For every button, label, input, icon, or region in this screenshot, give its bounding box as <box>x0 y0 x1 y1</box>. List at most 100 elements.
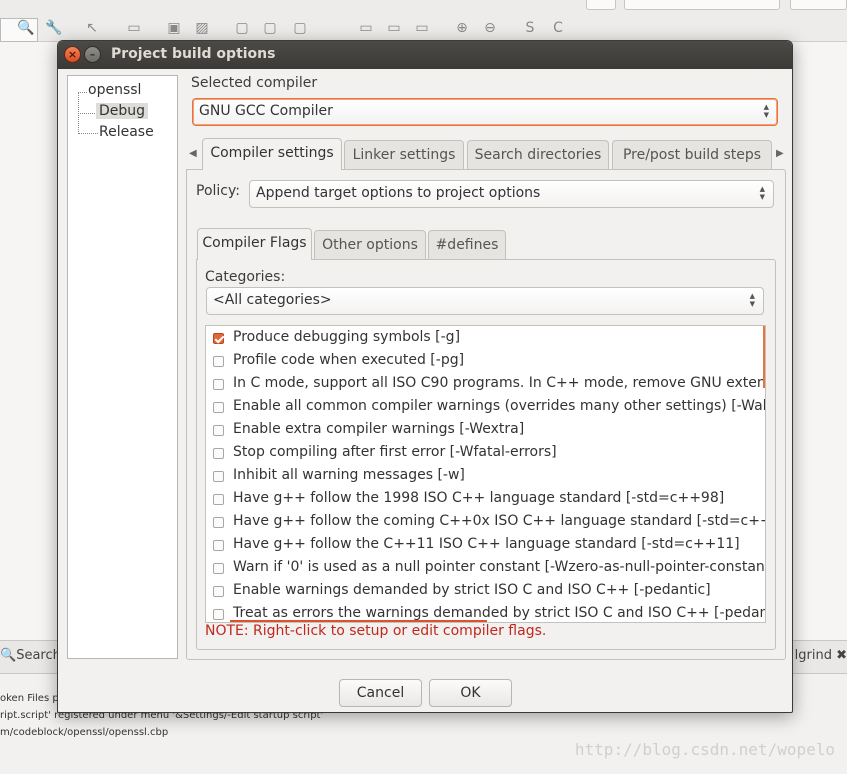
box-icon[interactable]: ▭ <box>412 18 432 38</box>
flag-row-std-cpp0x[interactable]: Have g++ follow the coming C++0x ISO C++… <box>206 511 766 534</box>
box-icon[interactable]: ▭ <box>384 18 404 38</box>
tab-compiler-settings[interactable]: Compiler settings <box>202 138 342 170</box>
tree-connector <box>78 92 79 132</box>
tree-connector <box>78 92 87 93</box>
flag-checkbox[interactable] <box>213 471 224 482</box>
flag-row-ansi[interactable]: In C mode, support all ISO C90 programs.… <box>206 373 766 396</box>
flag-checkbox[interactable] <box>213 586 224 597</box>
flag-label: In C mode, support all ISO C90 programs.… <box>233 375 766 391</box>
compiler-flags-list[interactable]: Produce debugging symbols [-g] Profile c… <box>205 325 766 623</box>
flag-checkbox[interactable] <box>213 540 224 551</box>
flag-row-pg[interactable]: Profile code when executed [-pg] <box>206 350 765 373</box>
flag-label: Stop compiling after first error [-Wfata… <box>233 444 557 460</box>
toolbar-combo[interactable] <box>790 0 847 10</box>
tab-search-directories[interactable]: Search directories <box>467 140 609 170</box>
flag-row-wextra[interactable]: Enable extra compiler warnings [-Wextra] <box>206 419 765 442</box>
close-window-button[interactable]: × <box>64 46 81 63</box>
flag-checkbox[interactable] <box>213 563 224 574</box>
ide-toolbar: 🔍 🔧 ↖ ▭ ▣ ▨ ▢ ▢ ▢ ▭ ▭ ▭ ⊕ ⊖ S C <box>0 0 847 42</box>
image-icon[interactable]: ▣ <box>164 18 184 38</box>
selected-compiler-select[interactable]: GNU GCC Compiler ▲ ▼ <box>192 98 778 126</box>
ok-button[interactable]: OK <box>429 679 512 707</box>
box-icon[interactable]: ▢ <box>290 18 310 38</box>
tab-pre-post-build-steps[interactable]: Pre/post build steps <box>612 140 772 170</box>
flag-label: Have g++ follow the C++11 ISO C++ langua… <box>233 536 740 552</box>
dialog-title: Project build options <box>111 46 276 62</box>
flag-checkbox[interactable] <box>213 356 224 367</box>
search-icon: 🔍 <box>0 648 17 663</box>
tree-item-openssl[interactable]: openssl <box>88 82 141 98</box>
flag-checkbox[interactable] <box>213 517 224 528</box>
flag-row-std-cpp11[interactable]: Have g++ follow the C++11 ISO C++ langua… <box>206 534 765 557</box>
list-scrollbar[interactable] <box>763 326 765 388</box>
flag-label: Enable all common compiler warnings (ove… <box>233 398 766 414</box>
policy-value: Append target options to project options <box>256 185 541 201</box>
flag-checkbox[interactable] <box>213 379 224 390</box>
flag-row-wall[interactable]: Enable all common compiler warnings (ove… <box>206 396 766 419</box>
tree-connector <box>78 133 98 134</box>
image-edit-icon[interactable]: ▨ <box>192 18 212 38</box>
lgrind-tab-label: lgrind <box>794 648 832 663</box>
flag-row-pedantic[interactable]: Enable warnings demanded by strict ISO C… <box>206 580 765 603</box>
zoom-out-icon[interactable]: ⊖ <box>480 18 500 38</box>
flag-label: Produce debugging symbols [-g] <box>233 329 461 345</box>
tree-connector <box>78 113 95 114</box>
build-target-tree: openssl Debug Release <box>67 75 178 659</box>
flag-checkbox[interactable] <box>213 494 224 505</box>
tab-defines[interactable]: #defines <box>428 230 506 260</box>
tree-item-debug[interactable]: Debug <box>96 103 149 119</box>
tab-scroll-left-icon[interactable]: ◀ <box>189 148 197 159</box>
flag-checkbox[interactable] <box>213 609 224 620</box>
flag-checkbox[interactable] <box>213 402 224 413</box>
log-line: m/codeblock/openssl/openssl.cbp <box>0 727 169 738</box>
flag-row-std-cpp98[interactable]: Have g++ follow the 1998 ISO C++ languag… <box>206 488 765 511</box>
chevron-updown-icon: ▲ ▼ <box>763 103 769 119</box>
selected-compiler-label: Selected compiler <box>191 75 318 91</box>
cancel-button[interactable]: Cancel <box>339 679 422 707</box>
tab-scroll-right-icon[interactable]: ▶ <box>776 148 784 159</box>
s-icon[interactable]: S <box>520 18 540 38</box>
compiler-flags-note: NOTE: Right-click to setup or edit compi… <box>205 623 547 639</box>
box-icon[interactable]: ▢ <box>232 18 252 38</box>
search-icon[interactable]: 🔍 <box>16 18 36 38</box>
c-icon[interactable]: C <box>548 18 568 38</box>
flag-checkbox[interactable] <box>213 448 224 459</box>
flag-checkbox[interactable] <box>213 425 224 436</box>
zoom-in-icon[interactable]: ⊕ <box>452 18 472 38</box>
cursor-icon[interactable]: ↖ <box>82 18 102 38</box>
categories-value: <All categories> <box>213 292 332 308</box>
flag-row-wzero-as-null[interactable]: Warn if '0' is used as a null pointer co… <box>206 557 766 580</box>
tab-other-options[interactable]: Other options <box>314 230 426 260</box>
tree-item-release[interactable]: Release <box>99 124 154 140</box>
red-underline-annotation <box>230 620 487 622</box>
flag-row-wfatal-errors[interactable]: Stop compiling after first error [-Wfata… <box>206 442 765 465</box>
flag-label: Profile code when executed [-pg] <box>233 352 465 368</box>
flag-label: Have g++ follow the coming C++0x ISO C++… <box>233 513 766 529</box>
title-bar[interactable]: × – Project build options <box>58 41 792 69</box>
box-icon[interactable]: ▢ <box>260 18 280 38</box>
close-icon[interactable]: ✖ <box>836 648 847 663</box>
project-build-options-dialog: × – Project build options openssl Debug … <box>57 40 793 713</box>
lgrind-tab[interactable]: lgrind ✖ <box>795 648 847 663</box>
tab-linker-settings[interactable]: Linker settings <box>344 140 464 170</box>
flag-row-w[interactable]: Inhibit all warning messages [-w] <box>206 465 765 488</box>
categories-select[interactable]: <All categories> ▲ ▼ <box>206 287 764 315</box>
flag-label: Treat as errors the warnings demanded by… <box>233 605 765 621</box>
box-icon[interactable]: ▭ <box>356 18 376 38</box>
policy-label: Policy: <box>196 183 240 199</box>
toolbar-combo[interactable] <box>586 0 616 10</box>
wrench-icon[interactable]: 🔧 <box>44 18 64 38</box>
tab-compiler-flags[interactable]: Compiler Flags <box>197 228 312 260</box>
policy-select[interactable]: Append target options to project options… <box>249 180 774 208</box>
watermark: http://blog.csdn.net/wopelo <box>574 740 835 759</box>
flag-label: Have g++ follow the 1998 ISO C++ languag… <box>233 490 725 506</box>
flag-label: Inhibit all warning messages [-w] <box>233 467 465 483</box>
search-tab[interactable]: 🔍Search <box>0 648 61 663</box>
flag-row-g[interactable]: Produce debugging symbols [-g] <box>206 327 765 350</box>
rectangle-icon[interactable]: ▭ <box>124 18 144 38</box>
flag-checkbox[interactable] <box>213 333 224 344</box>
minimize-window-button[interactable]: – <box>84 46 101 63</box>
toolbar-combo[interactable] <box>624 0 780 10</box>
flag-label: Enable warnings demanded by strict ISO C… <box>233 582 711 598</box>
flag-label: Warn if '0' is used as a null pointer co… <box>233 559 766 575</box>
